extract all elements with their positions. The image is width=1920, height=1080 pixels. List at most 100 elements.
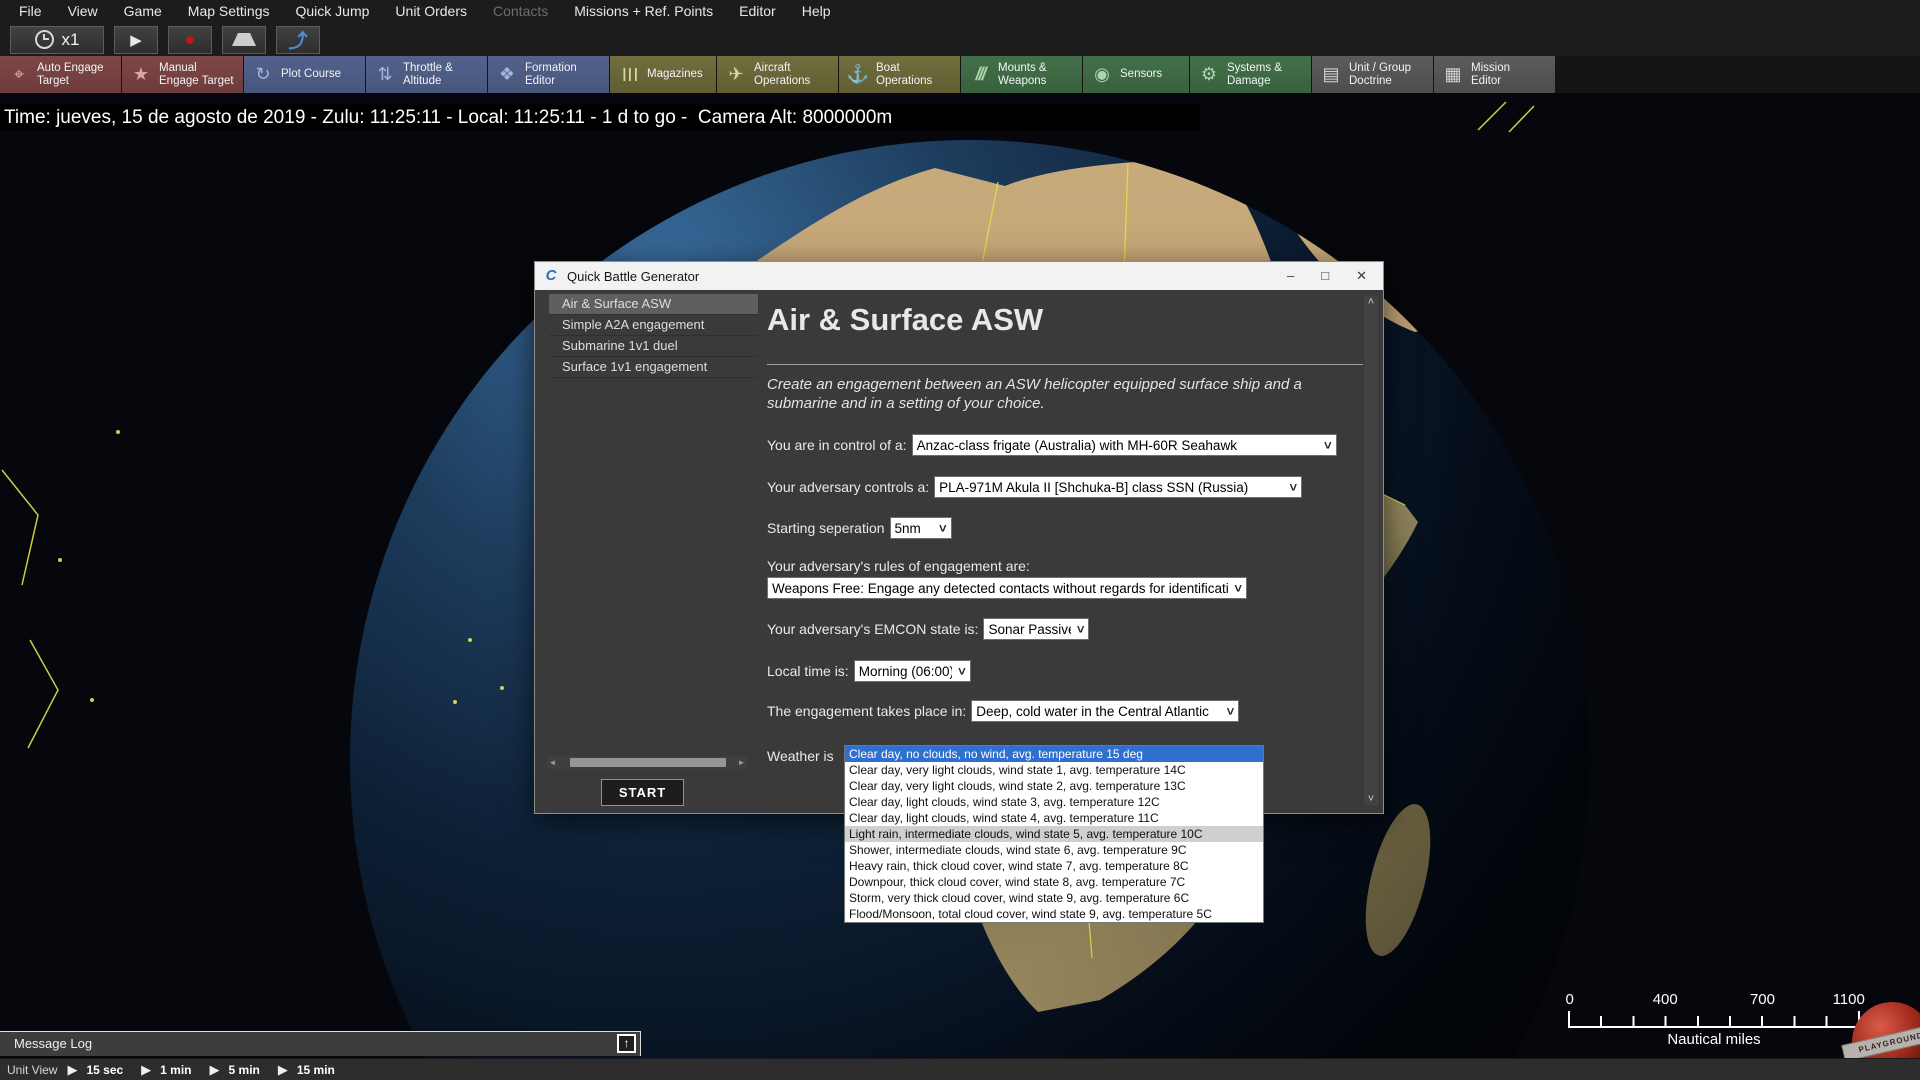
toolbar-button-label: Plot Course <box>281 68 341 81</box>
control-of-label: You are in control of a: <box>767 437 907 453</box>
menu-item[interactable]: View <box>55 0 111 23</box>
weather-option[interactable]: Downpour, thick cloud cover, wind state … <box>845 874 1263 890</box>
weather-option[interactable]: Shower, intermediate clouds, wind state … <box>845 842 1263 858</box>
menu-item[interactable]: Contacts <box>480 0 561 23</box>
control-of-select[interactable]: Anzac-class frigate (Australia) with MH-… <box>912 434 1337 456</box>
scenario-list-item[interactable]: Simple A2A engagement <box>549 315 758 336</box>
menu-item[interactable]: Editor <box>726 0 789 23</box>
jump-button[interactable]: ⤴ <box>276 26 320 54</box>
toolbar-button[interactable]: ◉ Sensors <box>1083 56 1189 93</box>
scenario-hscrollbar[interactable]: ◄ ► <box>547 756 747 769</box>
scenario-list-item[interactable]: Air & Surface ASW <box>549 294 758 315</box>
weather-option[interactable]: Clear day, light clouds, wind state 3, a… <box>845 794 1263 810</box>
roe-select[interactable]: Weapons Free: Engage any detected contac… <box>767 577 1247 599</box>
toolbar-button-label: BoatOperations <box>876 62 932 88</box>
toolbar-button[interactable]: ▦ MissionEditor <box>1434 56 1555 93</box>
weather-option[interactable]: Clear day, very light clouds, wind state… <box>845 762 1263 778</box>
toolbar-button[interactable]: ★ ManualEngage Target <box>122 56 243 93</box>
weather-option[interactable]: Light rain, intermediate clouds, wind st… <box>845 826 1263 842</box>
toolbar-button[interactable]: ✈ AircraftOperations <box>717 56 838 93</box>
scroll-down-icon[interactable]: ˅ <box>1364 793 1378 805</box>
weather-options-list: Clear day, no clouds, no wind, avg. temp… <box>844 745 1264 923</box>
toolbar-button[interactable]: ⌖ Auto EngageTarget <box>0 56 121 93</box>
message-log-bar[interactable]: Message Log ↑ <box>0 1031 641 1056</box>
toolbar-button-label: Throttle &Altitude <box>403 62 453 88</box>
record-icon: ● <box>185 31 195 48</box>
magazines-icon: ☰ <box>619 62 640 88</box>
manual-engage-icon: ★ <box>128 64 154 85</box>
hscroll-track[interactable] <box>558 758 736 767</box>
weather-label: Weather is <box>767 745 834 764</box>
time-speed-button[interactable]: x1 <box>10 26 104 54</box>
scenario-list-item[interactable]: Surface 1v1 engagement <box>549 357 758 378</box>
scale-ruler <box>1568 1011 1860 1028</box>
chevron-down-icon: ˅ <box>1290 480 1298 495</box>
aircraft-operations-icon: ✈ <box>723 64 749 85</box>
weather-option[interactable]: Storm, very thick cloud cover, wind stat… <box>845 890 1263 906</box>
toolbar-button[interactable]: ↻ Plot Course <box>244 56 365 93</box>
scroll-up-icon[interactable]: ˄ <box>1364 296 1378 308</box>
content-vscrollbar[interactable]: ˄ ˅ <box>1364 296 1378 805</box>
toolbar-button-label: Systems &Damage <box>1227 62 1282 88</box>
emcon-label: Your adversary's EMCON state is: <box>767 621 978 637</box>
toolbar-button-label: MissionEditor <box>1471 62 1510 88</box>
start-button[interactable]: START <box>601 779 684 806</box>
weather-option[interactable]: Flood/Monsoon, total cloud cover, wind s… <box>845 906 1263 922</box>
weather-option[interactable]: Clear day, light clouds, wind state 4, a… <box>845 810 1263 826</box>
play-button[interactable]: ▶ <box>114 26 158 54</box>
heading-divider <box>767 364 1363 365</box>
menu-item[interactable]: Quick Jump <box>283 0 383 23</box>
time-step-button[interactable]: ▶ 5 min <box>210 1062 272 1078</box>
adversary-select[interactable]: PLA-971M Akula II [Shchuka-B] class SSN … <box>934 476 1302 498</box>
menu-item[interactable]: File <box>6 0 55 23</box>
time-step-label: 1 min <box>160 1063 191 1077</box>
message-log-expand-button[interactable]: ↑ <box>617 1034 636 1053</box>
toolbar-button[interactable]: ☰ Magazines <box>610 56 716 93</box>
toolbar-button-label: ManualEngage Target <box>159 62 234 88</box>
record-button[interactable]: ● <box>168 26 212 54</box>
map-view-button[interactable] <box>222 26 266 54</box>
scroll-right-icon[interactable]: ► <box>736 758 747 767</box>
separation-select[interactable]: 5nm ˅ <box>890 517 952 539</box>
toolbar-button[interactable]: ⚙ Systems &Damage <box>1190 56 1311 93</box>
toolbar-button[interactable]: /// Mounts &Weapons <box>961 56 1082 93</box>
emcon-select[interactable]: Sonar Passive ˅ <box>983 618 1089 640</box>
step-play-icon: ▶ <box>210 1062 220 1078</box>
map-layer-icon <box>232 33 256 46</box>
local-time-select[interactable]: Morning (06:00) ˅ <box>854 660 971 682</box>
weather-option[interactable]: Clear day, very light clouds, wind state… <box>845 778 1263 794</box>
scenario-list-item[interactable]: Submarine 1v1 duel <box>549 336 758 357</box>
maximize-button[interactable]: □ <box>1321 262 1329 290</box>
toolbar-button[interactable]: ▤ Unit / GroupDoctrine <box>1312 56 1433 93</box>
close-button[interactable]: ✕ <box>1356 262 1367 290</box>
mounts-weapons-icon: /// <box>967 64 993 85</box>
toolbar-button[interactable]: ⇅ Throttle &Altitude <box>366 56 487 93</box>
bottom-status-bar: Unit View ▶ 15 sec ▶ 1 min ▶ 5 min <box>0 1058 1920 1080</box>
time-step-button[interactable]: ▶ 15 sec <box>67 1062 135 1078</box>
time-step-button[interactable]: ▶ 1 min <box>141 1062 203 1078</box>
minimize-button[interactable]: – <box>1287 262 1294 290</box>
window-buttons: – □ ✕ <box>1287 262 1383 290</box>
menu-item[interactable]: Game <box>111 0 175 23</box>
chevron-down-icon: ˅ <box>1227 704 1235 719</box>
adversary-row: Your adversary controls a: PLA-971M Akul… <box>767 476 1302 498</box>
scroll-left-icon[interactable]: ◄ <box>547 758 558 767</box>
formation-editor-icon: ❖ <box>494 64 520 85</box>
local-time-value: Morning (06:00) <box>859 664 952 679</box>
toolbar-button[interactable]: ❖ FormationEditor <box>488 56 609 93</box>
dialog-app-icon: C <box>543 268 559 284</box>
time-step-buttons: ▶ 15 sec ▶ 1 min ▶ 5 min ▶ 15 min <box>67 1062 352 1078</box>
toolbar-button[interactable]: ⚓ BoatOperations <box>839 56 960 93</box>
throttle-altitude-icon: ⇅ <box>372 64 398 85</box>
menu-item[interactable]: Missions + Ref. Points <box>561 0 726 23</box>
location-select[interactable]: Deep, cold water in the Central Atlantic… <box>971 700 1239 722</box>
time-step-button[interactable]: ▶ 15 min <box>278 1062 347 1078</box>
weather-option[interactable]: Clear day, no clouds, no wind, avg. temp… <box>845 746 1263 762</box>
separation-value: 5nm <box>895 521 921 536</box>
menu-item[interactable]: Map Settings <box>175 0 283 23</box>
hscroll-thumb[interactable] <box>570 758 726 767</box>
dialog-titlebar[interactable]: C Quick Battle Generator – □ ✕ <box>535 262 1383 290</box>
menu-item[interactable]: Unit Orders <box>382 0 480 23</box>
menu-item[interactable]: Help <box>789 0 844 23</box>
weather-option[interactable]: Heavy rain, thick cloud cover, wind stat… <box>845 858 1263 874</box>
